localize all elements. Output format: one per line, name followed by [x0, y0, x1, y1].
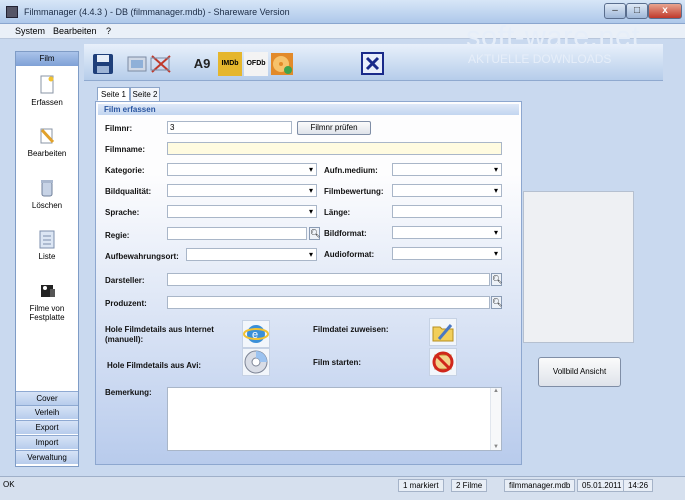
cd-icon[interactable]: [242, 348, 270, 376]
nav-header[interactable]: Film: [16, 52, 78, 66]
nav-export[interactable]: Export: [16, 420, 78, 434]
nav-bearbeiten-label: Bearbeiten: [27, 149, 67, 158]
produzent-search-icon[interactable]: 🔍︎: [491, 296, 502, 309]
hole-avi-label: Hole Filmdetails aus Avi:: [107, 361, 202, 370]
filmnr-check-button[interactable]: Filmnr prüfen: [297, 121, 371, 135]
camera-hdd-icon: [38, 281, 56, 301]
nav-loeschen-label: Löschen: [31, 201, 63, 210]
nav-liste[interactable]: Liste: [16, 229, 78, 261]
bildqualitaet-label: Bildqualität:: [105, 187, 152, 196]
ofdb-icon[interactable]: OFDb: [244, 52, 268, 76]
status-database: filmmanager.mdb: [504, 479, 576, 492]
aufnmedium-label: Aufn.medium:: [324, 166, 378, 175]
nav-liste-label: Liste: [38, 252, 56, 261]
status-markiert: 1 markiert: [398, 479, 444, 492]
status-date: 05.01.2011: [577, 479, 627, 492]
bemerkung-textarea[interactable]: [167, 387, 502, 451]
kategorie-label: Kategorie:: [105, 166, 145, 175]
bildformat-label: Bildformat:: [324, 229, 367, 238]
filmname-field[interactable]: [167, 142, 502, 155]
bemerkung-label: Bemerkung:: [105, 388, 152, 397]
bemerkung-scrollbar[interactable]: ▲ ▼: [490, 388, 501, 450]
tab-seite-2[interactable]: Seite 2: [130, 87, 160, 101]
laenge-field[interactable]: [392, 205, 502, 218]
hole-internet-label: Hole Filmdetails aus Internet (manuell):: [105, 325, 214, 344]
amazon-icon[interactable]: A9: [190, 52, 214, 76]
darsteller-label: Darsteller:: [105, 276, 145, 285]
regie-search-icon[interactable]: 🔍︎: [309, 227, 320, 240]
status-filme: 2 Filme: [451, 479, 488, 492]
tab-seite-1[interactable]: Seite 1: [97, 87, 130, 101]
bildformat-select[interactable]: [392, 226, 502, 239]
scroll-up-icon[interactable]: ▲: [491, 388, 501, 394]
nav-erfassen-label: Erfassen: [31, 98, 63, 107]
aufbewahrungsort-select[interactable]: [186, 248, 317, 261]
nav-filme-festplatte[interactable]: Filme von Festplatte: [16, 281, 78, 322]
save-icon[interactable]: [91, 52, 115, 76]
list-icon: [38, 229, 56, 249]
darsteller-field[interactable]: [167, 273, 490, 286]
internet-explorer-icon[interactable]: e: [242, 320, 270, 348]
filmname-label: Filmname:: [105, 145, 146, 154]
nav-loeschen[interactable]: Löschen: [16, 178, 78, 210]
regie-field[interactable]: [167, 227, 307, 240]
svg-text:e: e: [252, 329, 258, 341]
regie-label: Regie:: [105, 231, 130, 240]
audioformat-select[interactable]: [392, 247, 502, 260]
menu-system[interactable]: System: [15, 26, 45, 36]
close-icon[interactable]: [361, 52, 385, 76]
nav-bearbeiten[interactable]: Bearbeiten: [16, 126, 78, 158]
status-time: 14:26: [623, 479, 654, 492]
nav-erfassen[interactable]: Erfassen: [16, 75, 78, 107]
close-window-button[interactable]: x: [648, 3, 682, 19]
scroll-down-icon[interactable]: ▼: [491, 444, 501, 450]
sprache-label: Sprache:: [105, 208, 140, 217]
menu-bearbeiten[interactable]: Bearbeiten: [53, 26, 97, 36]
produzent-label: Produzent:: [105, 299, 147, 308]
app-icon: [6, 6, 18, 18]
image-cancel-icon[interactable]: [126, 52, 171, 76]
kategorie-select[interactable]: [167, 163, 317, 176]
watermark-logo: soft-ware.net: [466, 21, 641, 53]
filmdatei-label: Filmdatei zuweisen:: [313, 325, 389, 334]
imdb-icon[interactable]: IMDb: [218, 52, 242, 76]
form-header: Film erfassen: [98, 104, 519, 115]
new-document-icon: [38, 75, 56, 95]
darsteller-search-icon[interactable]: 🔍︎: [491, 273, 502, 286]
minimize-button[interactable]: –: [604, 3, 626, 19]
filmbewertung-label: Filmbewertung:: [324, 187, 384, 196]
play-forbidden-icon[interactable]: [429, 348, 457, 376]
nav-import[interactable]: Import: [16, 435, 78, 449]
filmbewertung-select[interactable]: [392, 184, 502, 197]
aufbewahrungsort-label: Aufbewahrungsort:: [105, 252, 179, 261]
filmnr-field[interactable]: 3: [167, 121, 292, 134]
nav-verleih[interactable]: Verleih: [16, 405, 78, 419]
produzent-field[interactable]: [167, 296, 490, 309]
filmnr-label: Filmnr:: [105, 124, 133, 133]
trash-icon: [38, 178, 56, 198]
audioformat-label: Audioformat:: [324, 250, 375, 259]
dvd-icon[interactable]: [270, 52, 294, 76]
nav-cover[interactable]: Cover: [16, 391, 78, 405]
window-title: Filmmanager (4.4.3 ) - DB (filmmanager.m…: [24, 7, 290, 17]
status-text: OK: [3, 480, 15, 489]
aufnmedium-select[interactable]: [392, 163, 502, 176]
sprache-select[interactable]: [167, 205, 317, 218]
laenge-label: Länge:: [324, 208, 351, 217]
bildqualitaet-select[interactable]: [167, 184, 317, 197]
folder-icon[interactable]: [429, 318, 457, 346]
vollbild-button[interactable]: Vollbild Ansicht: [538, 357, 621, 387]
watermark-subtitle: AKTUELLE DOWNLOADS: [468, 52, 612, 66]
menu-help[interactable]: ?: [106, 26, 111, 36]
film-starten-label: Film starten:: [313, 358, 362, 367]
pencil-icon: [38, 126, 56, 146]
cover-preview: [523, 191, 634, 343]
maximize-button[interactable]: □: [626, 3, 648, 19]
nav-verwaltung[interactable]: Verwaltung: [16, 450, 78, 464]
nav-filme-festplatte-label: Filme von Festplatte: [29, 304, 65, 322]
